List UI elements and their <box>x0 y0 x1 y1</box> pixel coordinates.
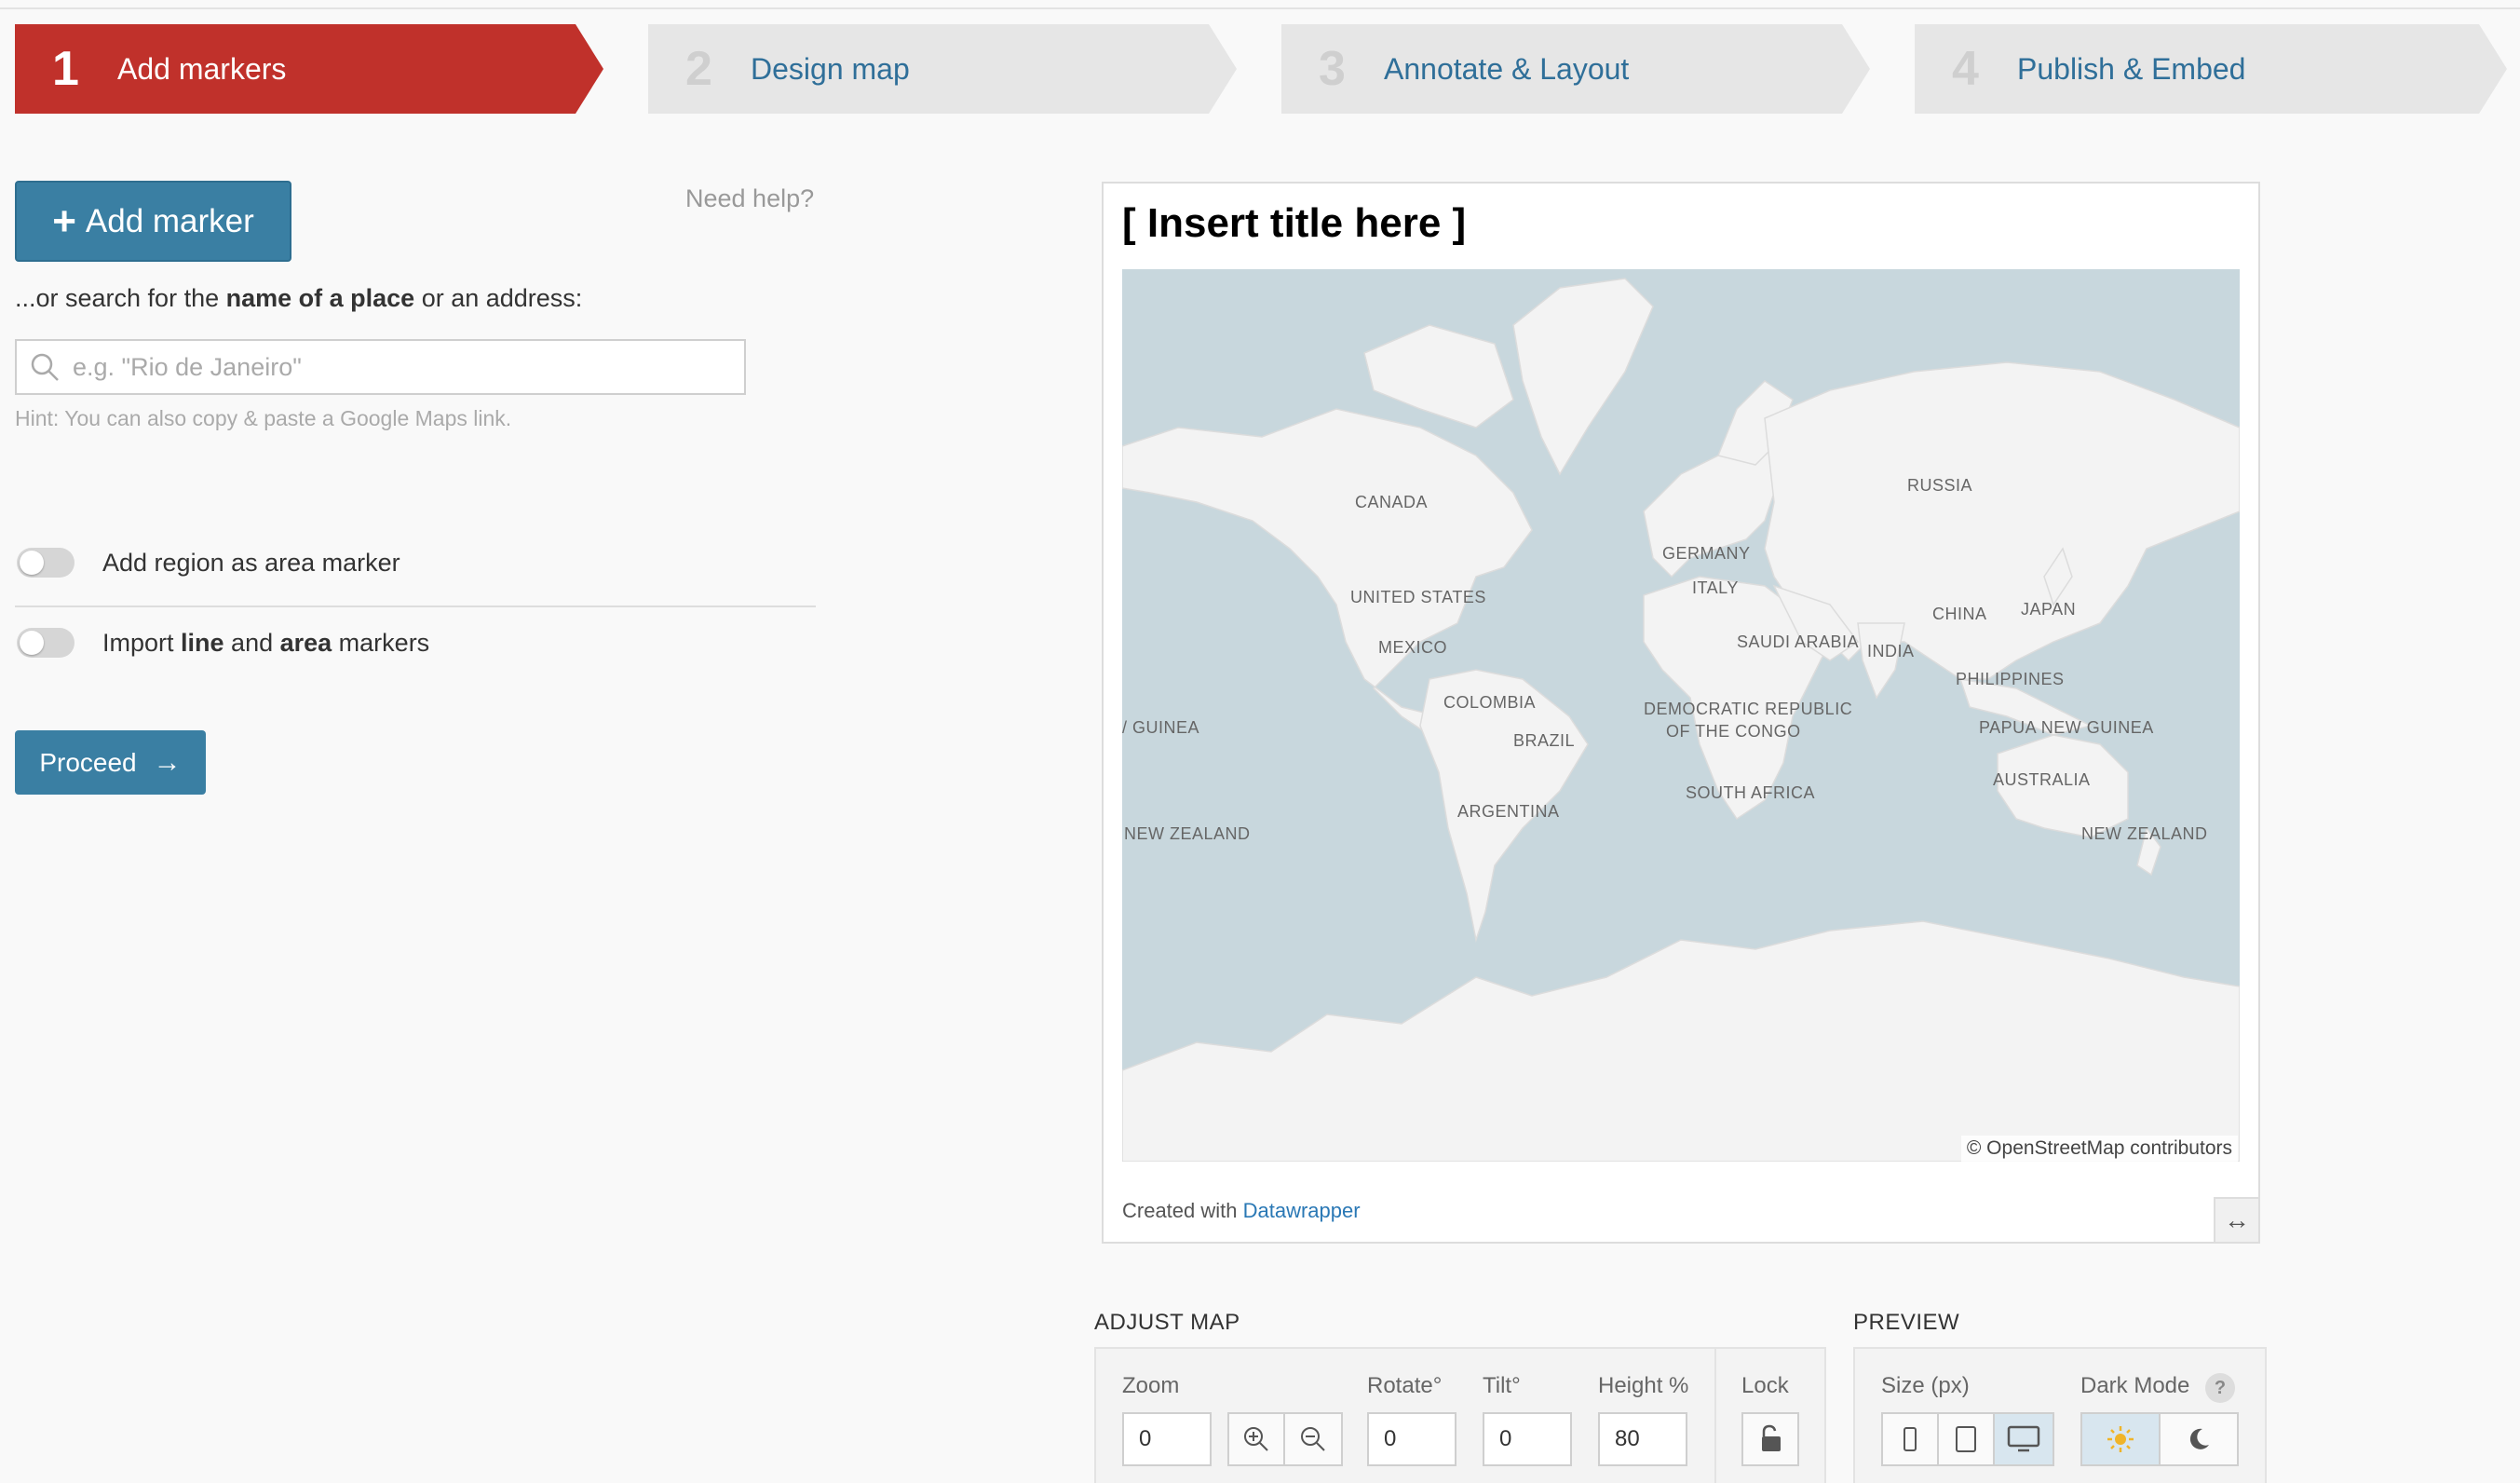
credit-text: Created with <box>1122 1199 1243 1222</box>
sun-icon[interactable] <box>2082 1414 2161 1464</box>
map-label: BRAZIL <box>1513 731 1576 750</box>
step-label: Annotate & Layout <box>1384 51 1630 86</box>
map-label: GERMANY <box>1662 544 1751 563</box>
rotate-input[interactable]: 0 <box>1367 1412 1456 1466</box>
moon-icon[interactable] <box>2161 1414 2237 1464</box>
map-label: AUSTRALIA <box>1993 770 2091 789</box>
import-toggle-label: Import line and area markers <box>102 629 429 658</box>
proceed-label: Proceed <box>39 747 137 777</box>
created-with-credit: Created with Datawrapper <box>1122 1199 1361 1223</box>
arrow-right-icon: → <box>153 746 182 778</box>
search-prompt-text: ...or search for the <box>15 284 226 312</box>
search-prompt-text: or an address: <box>414 284 583 312</box>
preview-heading: PREVIEW <box>1853 1310 1960 1335</box>
map-label: CANADA <box>1355 493 1429 511</box>
step-navigation: 1 Add markers 2 Design map 3 Annotate & … <box>0 24 2520 114</box>
import-text: Import <box>102 628 182 657</box>
mobile-icon[interactable] <box>1883 1414 1939 1464</box>
lock-divider <box>1714 1349 1716 1483</box>
datawrapper-link[interactable]: Datawrapper <box>1243 1199 1361 1222</box>
zoom-buttons <box>1227 1412 1343 1466</box>
search-input[interactable] <box>73 344 744 390</box>
import-text: and <box>224 628 280 657</box>
map-label: MEXICO <box>1378 638 1448 657</box>
proceed-button[interactable]: Proceed → <box>15 730 206 795</box>
dark-mode-label: Dark Mode <box>2080 1373 2190 1398</box>
desktop-icon[interactable] <box>1995 1414 2053 1464</box>
map-label: SAUDI ARABIA <box>1737 633 1860 651</box>
map-label: NEW ZEALAND <box>2081 824 2208 843</box>
map-label: ARGENTINA <box>1457 802 1560 821</box>
lock-label: Lock <box>1741 1373 1789 1398</box>
map-label: CHINA <box>1932 605 1987 623</box>
import-line-text: line <box>181 628 224 657</box>
world-map[interactable]: CANADA RUSSIA GERMANY ITALY UNITED STATE… <box>1122 269 2240 1162</box>
map-label: ITALY <box>1692 578 1739 597</box>
region-area-toggle[interactable] <box>17 548 75 578</box>
map-preview-card: [ Insert title here ] CANADA RUSSIA GERM… <box>1102 182 2260 1244</box>
map-label: UNITED STATES <box>1350 588 1486 606</box>
search-prompt: ...or search for the name of a place or … <box>15 284 582 313</box>
map-label: INDIA <box>1867 642 1915 660</box>
map-label: / GUINEA <box>1122 718 1200 737</box>
size-buttons <box>1881 1412 2054 1466</box>
height-label: Height % <box>1598 1373 1689 1398</box>
tilt-input[interactable]: 0 <box>1483 1412 1572 1466</box>
step-publish-embed[interactable]: 4 Publish & Embed <box>1915 24 2507 114</box>
map-label: COLOMBIA <box>1443 693 1537 712</box>
map-label: JAPAN <box>2021 600 2077 619</box>
adjust-map-heading: ADJUST MAP <box>1094 1310 1240 1335</box>
map-attribution: © OpenStreetMap contributors <box>1960 1136 2238 1162</box>
tilt-label: Tilt° <box>1483 1373 1521 1398</box>
step-number: 1 <box>52 42 79 96</box>
import-markers-toggle[interactable] <box>17 628 75 658</box>
import-area-text: area <box>279 628 332 657</box>
map-label: NEW ZEALAND <box>1124 824 1251 843</box>
step-number: 2 <box>685 42 712 96</box>
map-label: PHILIPPINES <box>1956 670 2065 688</box>
need-help-link[interactable]: Need help? <box>685 184 814 213</box>
step-annotate-layout[interactable]: 3 Annotate & Layout <box>1281 24 1870 114</box>
step-number: 3 <box>1319 42 1346 96</box>
help-icon[interactable]: ? <box>2205 1373 2235 1403</box>
map-label: RUSSIA <box>1907 476 1973 495</box>
zoom-label: Zoom <box>1122 1373 1180 1398</box>
step-label: Publish & Embed <box>2017 51 2246 86</box>
step-label: Add markers <box>117 51 287 86</box>
unlock-icon[interactable] <box>1743 1414 1797 1464</box>
zoom-in-icon[interactable] <box>1229 1414 1285 1464</box>
search-prompt-bold: name of a place <box>225 284 415 312</box>
import-toggle-row[interactable]: Import line and area markers <box>17 628 429 658</box>
zoom-input[interactable]: 0 <box>1122 1412 1212 1466</box>
map-title[interactable]: [ Insert title here ] <box>1122 200 1466 247</box>
step-number: 4 <box>1952 42 1979 96</box>
search-icon <box>17 341 73 393</box>
size-label: Size (px) <box>1881 1373 1970 1398</box>
search-hint: Hint: You can also copy & paste a Google… <box>15 406 512 430</box>
tablet-icon[interactable] <box>1939 1414 1995 1464</box>
step-design-map[interactable]: 2 Design map <box>648 24 1237 114</box>
import-text: markers <box>332 628 430 657</box>
divider <box>15 605 816 607</box>
dark-mode-buttons <box>2080 1412 2239 1466</box>
region-toggle-label: Add region as area marker <box>102 548 400 577</box>
map-label: OF THE CONGO <box>1666 722 1801 741</box>
lock-button[interactable] <box>1741 1412 1799 1466</box>
add-marker-label: Add marker <box>85 202 254 239</box>
plus-icon: + <box>52 197 76 244</box>
map-label: PAPUA NEW GUINEA <box>1979 718 2154 737</box>
map-label: SOUTH AFRICA <box>1686 783 1816 802</box>
rotate-label: Rotate° <box>1367 1373 1443 1398</box>
map-label: DEMOCRATIC REPUBLIC <box>1644 700 1853 718</box>
place-search[interactable] <box>15 339 746 395</box>
resize-horizontal-icon[interactable]: ↔ <box>2214 1197 2258 1242</box>
height-input[interactable]: 80 <box>1598 1412 1687 1466</box>
zoom-out-icon[interactable] <box>1285 1414 1341 1464</box>
top-border <box>0 7 2520 9</box>
region-toggle-row[interactable]: Add region as area marker <box>17 548 400 578</box>
step-label: Design map <box>751 51 910 86</box>
step-add-markers[interactable]: 1 Add markers <box>15 24 603 114</box>
add-marker-button[interactable]: + Add marker <box>15 181 291 262</box>
